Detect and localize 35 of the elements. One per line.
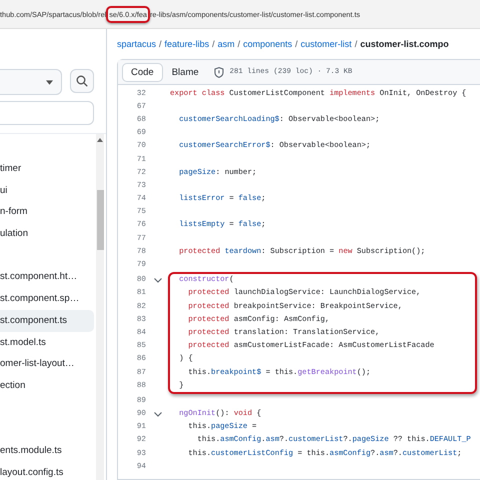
- file-tree-item[interactable]: ents.module.ts: [0, 440, 96, 462]
- file-tree-item[interactable]: st.component.ts: [0, 310, 94, 332]
- file-tree-item[interactable]: st.model.ts: [0, 332, 96, 354]
- breadcrumb-link[interactable]: feature-libs: [164, 39, 210, 49]
- breadcrumb-link[interactable]: asm: [218, 39, 235, 49]
- scroll-up-icon[interactable]: [97, 138, 103, 142]
- file-tree-item[interactable]: ulation: [0, 223, 96, 245]
- file-tree-item[interactable]: st.component.ht…: [0, 266, 96, 288]
- file-tree-item[interactable]: ui: [0, 180, 96, 202]
- current-file-name[interactable]: customer-list.compo: [360, 39, 449, 49]
- shield-icon: [214, 66, 224, 78]
- breadcrumb-link[interactable]: customer-list: [300, 39, 352, 49]
- search-button[interactable]: [70, 69, 94, 93]
- file-tree-item[interactable]: ection: [0, 374, 96, 397]
- breadcrumb-link[interactable]: components: [243, 39, 292, 49]
- file-tree-item[interactable]: st.component.sp…: [0, 288, 96, 310]
- search-icon: [76, 75, 88, 87]
- view-tab[interactable]: Blame: [162, 62, 208, 82]
- scrollbar[interactable]: [96, 134, 104, 480]
- caret-icon: [46, 80, 53, 84]
- breadcrumb-separator: /: [238, 39, 240, 49]
- breadcrumb-link[interactable]: spartacus: [117, 39, 156, 49]
- chevron-icon[interactable]: [154, 412, 162, 417]
- file-tree-item[interactable]: n-form: [0, 201, 96, 224]
- breadcrumb-separator: /: [212, 39, 215, 49]
- chevron-icon[interactable]: [154, 278, 162, 283]
- file-tree-item[interactable]: timer: [0, 158, 96, 180]
- breadcrumb-separator: /: [354, 39, 358, 49]
- breadcrumb-separator: /: [159, 39, 162, 49]
- file-tree-item[interactable]: layout.config.ts: [0, 462, 96, 480]
- filter-field[interactable]: [0, 101, 94, 125]
- view-tab[interactable]: Code: [122, 62, 163, 82]
- scrollbar-thumb[interactable]: [96, 190, 104, 250]
- file-tree-item[interactable]: omer-list-layout…: [0, 353, 96, 375]
- breadcrumb-separator: /: [295, 39, 298, 49]
